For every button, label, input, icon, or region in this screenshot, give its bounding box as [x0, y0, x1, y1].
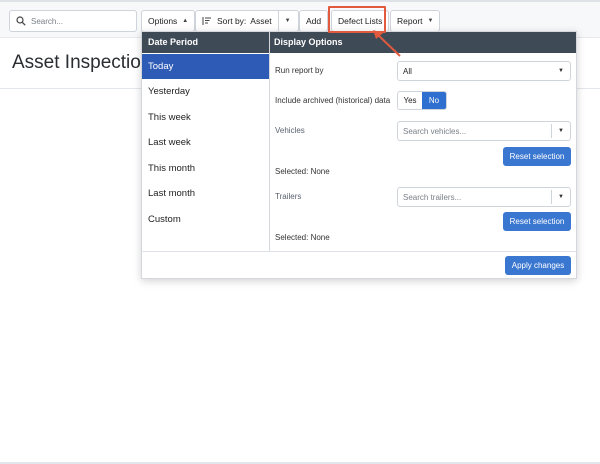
- period-item-this-week[interactable]: This week: [142, 105, 269, 130]
- period-label: This week: [148, 112, 191, 123]
- period-item-today[interactable]: Today: [142, 54, 269, 79]
- add-button[interactable]: Add: [299, 10, 329, 32]
- period-label: Custom: [148, 214, 181, 225]
- sort-label: Sort by:: [217, 16, 247, 26]
- chevron-up-icon: ▲: [182, 18, 189, 24]
- period-label: Last week: [148, 137, 191, 148]
- trailers-reset-button[interactable]: Reset selection: [503, 212, 571, 231]
- period-item-last-month[interactable]: Last month: [142, 181, 269, 206]
- yes-option[interactable]: Yes: [398, 92, 422, 109]
- apply-changes-button[interactable]: Apply changes: [505, 256, 571, 275]
- archived-toggle: Yes No: [397, 91, 447, 110]
- annotation-arrow-icon: [373, 30, 401, 57]
- vehicles-reset-button[interactable]: Reset selection: [503, 147, 571, 166]
- options-dropdown: Date Period Display Options Today Yester…: [141, 31, 577, 279]
- vehicles-placeholder: Search vehicles...: [403, 126, 467, 136]
- search-input[interactable]: Search...: [9, 10, 137, 32]
- run-report-by-value: All: [403, 66, 412, 76]
- chevron-down-icon: ▼: [558, 68, 564, 74]
- period-item-last-week[interactable]: Last week: [142, 130, 269, 155]
- options-label: Options: [148, 16, 178, 26]
- run-report-by-select[interactable]: All ▼: [397, 61, 571, 81]
- period-label: Yesterday: [148, 86, 190, 97]
- trailers-search-select[interactable]: Search trailers... ▼: [397, 187, 571, 207]
- period-item-this-month[interactable]: This month: [142, 156, 269, 181]
- sort-icon: [202, 17, 211, 25]
- include-archived-label: Include archived (historical) data: [275, 96, 391, 105]
- divider: [277, 10, 279, 32]
- date-period-header: Date Period: [148, 37, 199, 47]
- chevron-down-icon: ▼: [558, 194, 564, 200]
- display-options-header: Display Options: [274, 37, 343, 47]
- page-title: Asset Inspection: [12, 52, 152, 73]
- period-label: Today: [148, 61, 174, 72]
- divider: [551, 190, 552, 204]
- chevron-down-icon: ▼: [558, 128, 564, 134]
- trailers-selected-text: Selected: None: [275, 233, 330, 242]
- footer-divider: [142, 251, 576, 252]
- vehicles-selected-text: Selected: None: [275, 167, 330, 176]
- sort-value: Asset: [250, 16, 272, 26]
- divider: [551, 124, 552, 138]
- period-item-custom[interactable]: Custom: [142, 207, 269, 232]
- period-label: Last month: [148, 188, 195, 199]
- options-button[interactable]: Options ▲: [141, 10, 196, 32]
- period-label: This month: [148, 163, 195, 174]
- trailers-label: Trailers: [275, 192, 302, 201]
- column-divider: [269, 32, 270, 251]
- dropdown-header: Date Period Display Options: [142, 32, 576, 53]
- chevron-down-icon: ▼: [427, 18, 434, 24]
- report-label: Report: [397, 16, 423, 26]
- add-label: Add: [306, 16, 322, 26]
- run-report-by-label: Run report by: [275, 66, 324, 75]
- chevron-down-icon[interactable]: ▼: [285, 18, 291, 24]
- search-placeholder: Search...: [31, 16, 64, 26]
- vehicles-label: Vehicles: [275, 126, 305, 135]
- trailers-placeholder: Search trailers...: [403, 192, 462, 202]
- vehicles-search-select[interactable]: Search vehicles... ▼: [397, 121, 571, 141]
- period-item-yesterday[interactable]: Yesterday: [142, 79, 269, 104]
- sort-button[interactable]: Sort by: Asset ▼: [195, 10, 299, 32]
- no-option[interactable]: No: [422, 92, 446, 109]
- search-icon: [16, 16, 26, 26]
